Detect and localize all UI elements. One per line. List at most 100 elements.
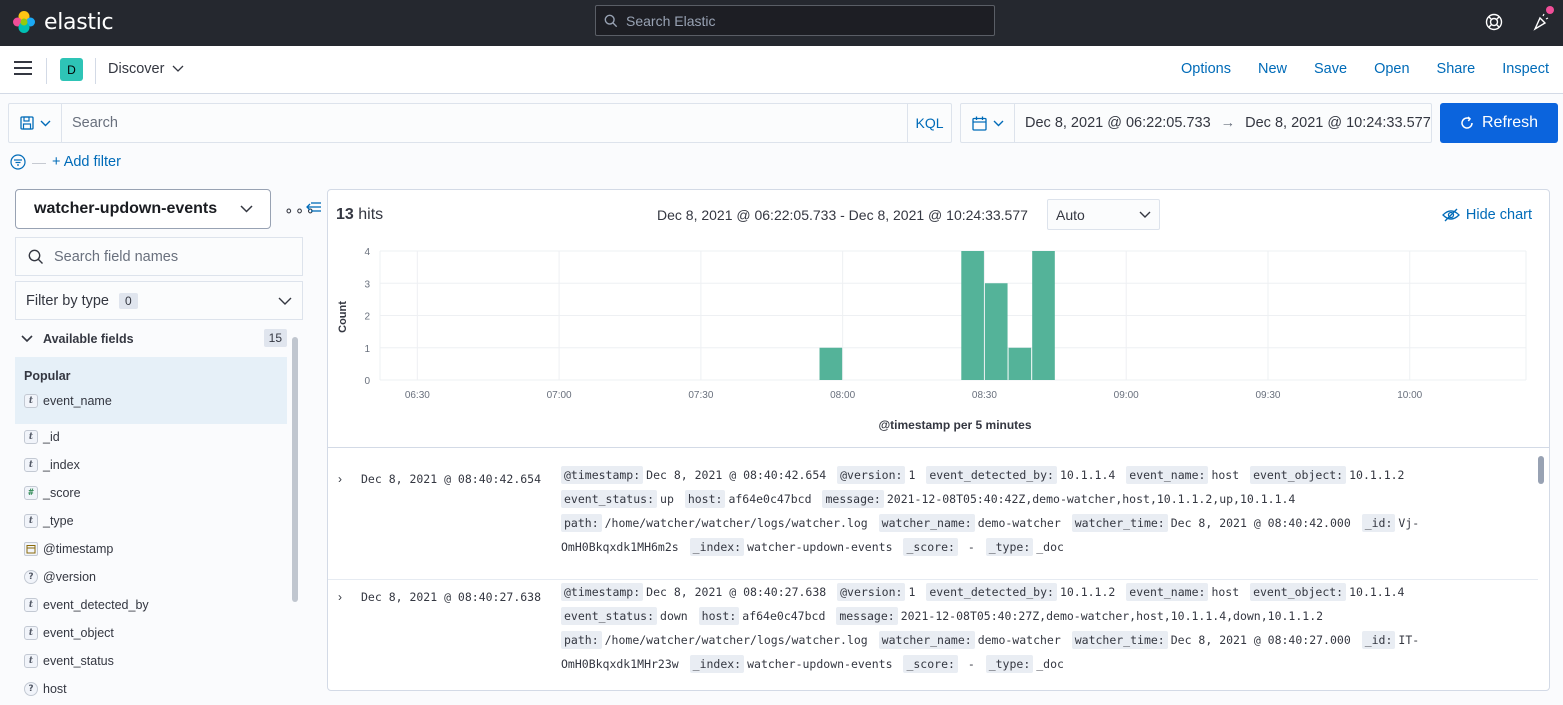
doc-field-key: path: <box>561 514 602 532</box>
date-type-icon <box>24 542 38 556</box>
end-date[interactable]: Dec 8, 2021 @ 10:24:33.577 <box>1245 115 1431 131</box>
field-item[interactable]: t _id <box>24 427 60 447</box>
saved-query-button[interactable] <box>9 104 62 142</box>
doc-field-key: @timestamp: <box>561 466 644 484</box>
doc-field-value: /home/watcher/watcher/logs/watcher.log <box>604 633 868 647</box>
field-item[interactable]: t event_name <box>24 391 112 411</box>
histogram-bar <box>984 283 1008 380</box>
refresh-button[interactable]: Refresh <box>1440 103 1558 143</box>
save-link[interactable]: Save <box>1314 61 1347 77</box>
doc-field-key: message: <box>822 490 884 508</box>
index-pattern-picker[interactable]: watcher-updown-events <box>15 189 271 229</box>
breadcrumb[interactable]: Discover <box>108 61 184 77</box>
space-avatar[interactable]: D <box>60 58 83 81</box>
global-search-input[interactable] <box>626 12 976 29</box>
x-tick-label: 08:00 <box>830 390 855 401</box>
sidebar-scrollbar[interactable] <box>292 337 298 602</box>
doc-field: @timestamp: Dec 8, 2021 @ 08:40:42.654 <box>561 466 826 484</box>
newsfeed-icon[interactable] <box>1530 6 1554 33</box>
chevron-down-icon <box>1139 211 1151 218</box>
doc-field-value: _doc <box>1036 657 1064 671</box>
doc-field-key: _index: <box>689 538 745 556</box>
search-icon <box>604 14 618 27</box>
new-link[interactable]: New <box>1258 61 1287 77</box>
field-item[interactable]: t event_detected_by <box>24 595 149 615</box>
filter-by-type-button[interactable]: Filter by type 0 <box>15 281 303 320</box>
start-date[interactable]: Dec 8, 2021 @ 06:22:05.733 <box>1025 115 1211 131</box>
quick-menu-button[interactable] <box>961 104 1015 142</box>
y-tick-label: 3 <box>364 279 370 290</box>
doc-field-key: event_name: <box>1126 466 1209 484</box>
field-item[interactable]: t _type <box>24 511 74 531</box>
doc-field: watcher_time: Dec 8, 2021 @ 08:40:42.000 <box>1071 514 1351 532</box>
results-scrollbar[interactable] <box>1538 456 1544 484</box>
doc-field-value: 10.1.1.2 <box>1059 585 1116 599</box>
doc-field: event_status: down <box>561 607 688 625</box>
expand-row-icon[interactable]: › <box>338 472 342 486</box>
interval-select[interactable]: Auto <box>1047 199 1160 230</box>
available-fields-toggle[interactable]: Available fields 15 <box>15 328 287 350</box>
divider <box>95 58 96 84</box>
menu-icon-line <box>14 67 32 69</box>
kql-toggle[interactable]: KQL <box>907 104 951 142</box>
string-type-icon: t <box>24 430 38 444</box>
unknown-type-icon: ? <box>24 570 38 584</box>
doc-field-value: - <box>960 657 982 671</box>
doc-field: @timestamp: Dec 8, 2021 @ 08:40:27.638 <box>561 583 826 601</box>
divider <box>46 58 47 84</box>
field-item[interactable]: @timestamp <box>24 539 113 559</box>
x-tick-label: 09:00 <box>1114 390 1139 401</box>
chevron-down-icon <box>21 335 33 343</box>
query-input[interactable] <box>62 104 907 142</box>
unknown-type-icon: ? <box>24 682 38 696</box>
calendar-icon <box>971 116 987 131</box>
help-icon[interactable] <box>1483 11 1505 33</box>
collapse-sidebar-icon[interactable] <box>306 200 322 217</box>
string-type-icon: t <box>24 626 38 640</box>
doc-field: event_name: host <box>1126 583 1239 601</box>
field-item[interactable]: t event_object <box>24 623 114 643</box>
inspect-link[interactable]: Inspect <box>1502 61 1549 77</box>
doc-field-value: demo-watcher <box>977 516 1061 530</box>
field-item[interactable]: t _index <box>24 455 80 475</box>
doc-field-key: _score: <box>903 538 958 556</box>
logo-text: elastic <box>44 9 114 35</box>
field-item[interactable]: ? host <box>24 679 67 699</box>
doc-field: event_name: host <box>1126 466 1239 484</box>
elastic-logo[interactable]: elastic <box>12 9 114 35</box>
field-name: event_detected_by <box>43 598 149 612</box>
doc-field: event_object: 10.1.1.2 <box>1250 466 1405 484</box>
doc-field-value: 1 <box>908 585 916 599</box>
global-search[interactable] <box>595 5 995 36</box>
field-search-input[interactable] <box>54 248 294 265</box>
doc-field-key: watcher_time: <box>1071 514 1168 532</box>
elastic-logo-icon <box>13 11 35 33</box>
chevron-down-icon <box>172 65 184 72</box>
field-item[interactable]: # _score <box>24 483 81 503</box>
add-filter-button[interactable]: + Add filter <box>52 154 121 170</box>
x-tick-label: 10:00 <box>1397 390 1422 401</box>
doc-field: message: 2021-12-08T05:40:42Z,demo-watche… <box>822 490 1295 508</box>
save-icon <box>19 116 34 130</box>
index-pattern-name: watcher-updown-events <box>34 200 218 217</box>
doc-field-value: 10.1.1.2 <box>1349 468 1405 482</box>
expand-row-icon[interactable]: › <box>338 590 342 604</box>
hide-chart-button[interactable]: Hide chart <box>1441 207 1532 223</box>
doc-body: @timestamp: Dec 8, 2021 @ 08:40:42.654 @v… <box>561 463 1461 559</box>
doc-field-key: event_detected_by: <box>926 466 1057 484</box>
string-type-icon: t <box>24 394 38 408</box>
open-link[interactable]: Open <box>1374 61 1409 77</box>
field-item[interactable]: ? @version <box>24 567 96 587</box>
options-link[interactable]: Options <box>1181 61 1231 77</box>
chevron-down-icon <box>993 120 1003 126</box>
menu-button[interactable] <box>14 61 32 77</box>
x-axis-label: @timestamp per 5 minutes <box>878 418 1031 432</box>
filter-icon[interactable] <box>10 154 26 170</box>
field-item[interactable]: t event_status <box>24 651 114 671</box>
doc-field-value: Dec 8, 2021 @ 08:40:42.000 <box>1170 516 1351 530</box>
share-link[interactable]: Share <box>1437 61 1476 77</box>
doc-field-value: 2021-12-08T05:40:27Z,demo-watcher,host,1… <box>900 609 1324 623</box>
help-lifebuoy-icon <box>1485 13 1503 31</box>
doc-field: _score: - <box>903 655 982 673</box>
filter-row: — + Add filter <box>10 154 121 170</box>
